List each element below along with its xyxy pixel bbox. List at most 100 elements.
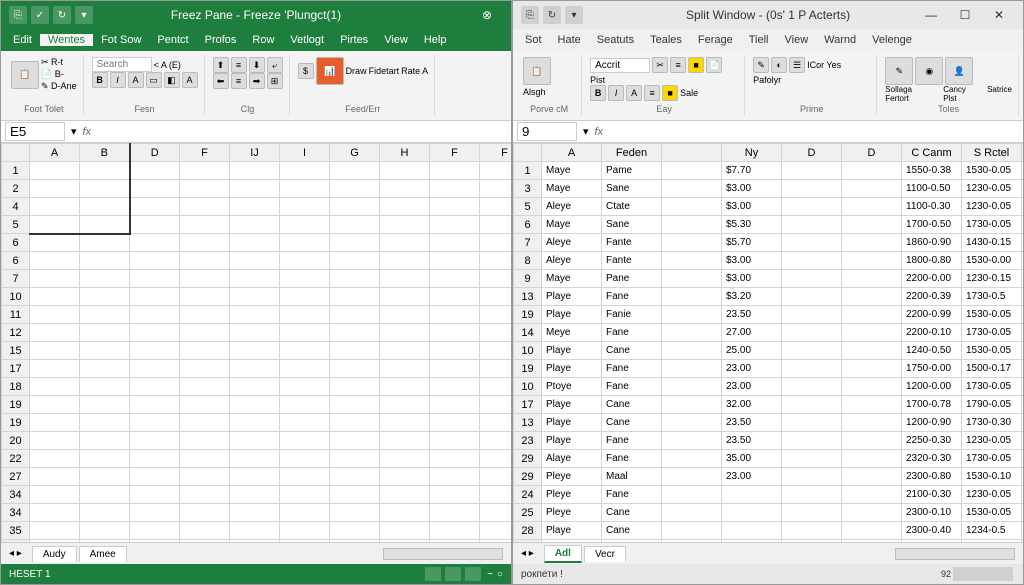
cell[interactable] [330,252,380,270]
cell[interactable] [430,378,480,396]
cell[interactable] [380,432,430,450]
cut-icon[interactable]: ✂ [652,57,668,73]
cell[interactable] [842,306,902,324]
cell[interactable]: 1400-0.99 [1022,378,1024,396]
number-icon[interactable]: $ [298,63,314,79]
menu-view[interactable]: View [777,34,817,46]
cell[interactable]: Ciale [602,540,662,543]
cell[interactable] [80,522,130,540]
row-header[interactable]: 2 [2,180,30,198]
cell[interactable]: Pane [602,270,662,288]
cell[interactable] [430,216,480,234]
cell[interactable] [230,324,280,342]
ribbon-item[interactable]: ✎ D-Ane [41,81,77,92]
cell[interactable] [662,486,722,504]
cell[interactable] [180,198,230,216]
cell[interactable] [842,450,902,468]
cell[interactable]: Ctate [602,198,662,216]
cell[interactable] [662,360,722,378]
cell[interactable] [330,234,380,252]
cell[interactable] [80,288,130,306]
row-header[interactable]: 14 [514,324,542,342]
menu-profos[interactable]: Profos [197,34,245,46]
cell[interactable]: 1750-0.00 [902,360,962,378]
cell[interactable] [180,180,230,198]
cell[interactable] [330,378,380,396]
cell[interactable] [130,288,180,306]
row-header[interactable]: 6 [2,234,30,252]
row-header[interactable]: 10 [514,342,542,360]
cell[interactable] [430,162,480,180]
select-all-cell[interactable] [514,144,542,162]
row-header[interactable]: 5 [2,216,30,234]
cell[interactable]: 1730-0.05 [962,450,1022,468]
cell[interactable] [480,180,512,198]
cell[interactable] [230,342,280,360]
cell[interactable] [480,162,512,180]
cell[interactable] [180,396,230,414]
cell[interactable] [662,270,722,288]
cell[interactable] [230,504,280,522]
cell[interactable] [180,378,230,396]
styles-icon[interactable]: 📊 [316,57,344,85]
cell[interactable]: Playe [542,288,602,306]
cell[interactable] [80,234,130,252]
cell[interactable] [662,162,722,180]
cell[interactable]: 2100-0.30 [902,486,962,504]
cell[interactable]: Pleye [542,486,602,504]
cell[interactable]: Cane [602,396,662,414]
cell[interactable]: Fante [602,252,662,270]
close-icon[interactable]: ⊗ [471,5,503,25]
cell[interactable] [480,216,512,234]
cell[interactable]: 1700-0.50 [902,216,962,234]
zoom-out-icon[interactable]: − [487,569,493,580]
cell[interactable] [662,288,722,306]
cell[interactable] [330,360,380,378]
column-header[interactable]: E Retert [1022,144,1024,162]
qat-icon[interactable]: ▾ [75,6,93,24]
fx-icon[interactable]: fx [83,126,92,138]
cell[interactable] [30,216,80,234]
cell[interactable] [330,468,380,486]
cell[interactable] [480,270,512,288]
cell[interactable] [180,486,230,504]
row-header[interactable]: 22 [2,450,30,468]
cell[interactable] [280,522,330,540]
cell[interactable]: Maye [542,216,602,234]
cell[interactable]: 1730-0.30 [962,414,1022,432]
cell[interactable] [280,432,330,450]
cell[interactable]: 1550-0.38 [902,162,962,180]
column-header[interactable] [662,144,722,162]
cell[interactable] [480,378,512,396]
cell[interactable] [280,378,330,396]
cell[interactable] [180,306,230,324]
cell[interactable] [330,288,380,306]
paste-icon[interactable]: 📋 [523,57,551,85]
cell[interactable] [842,486,902,504]
cell[interactable] [230,270,280,288]
row-header[interactable]: 35 [2,540,30,543]
cell[interactable] [842,252,902,270]
cell[interactable]: 1790-0.05 [962,396,1022,414]
cell[interactable] [480,288,512,306]
row-header[interactable]: 19 [2,414,30,432]
cell[interactable] [280,342,330,360]
cell[interactable] [30,414,80,432]
cell[interactable] [662,306,722,324]
horizontal-scrollbar[interactable] [383,548,503,560]
cell[interactable]: Maal [602,468,662,486]
cell[interactable] [782,378,842,396]
cell[interactable] [380,180,430,198]
cell[interactable] [180,432,230,450]
cell[interactable] [180,360,230,378]
cell[interactable] [782,468,842,486]
cell[interactable] [380,360,430,378]
cell[interactable]: Fante [602,234,662,252]
column-header[interactable]: Ny [722,144,782,162]
cell[interactable] [230,234,280,252]
cell[interactable]: 1400-0.95 [1022,162,1024,180]
row-header[interactable]: 34 [2,504,30,522]
row-header[interactable]: 17 [2,360,30,378]
cell[interactable]: 1100-0.99 [1022,486,1024,504]
cell[interactable] [130,414,180,432]
